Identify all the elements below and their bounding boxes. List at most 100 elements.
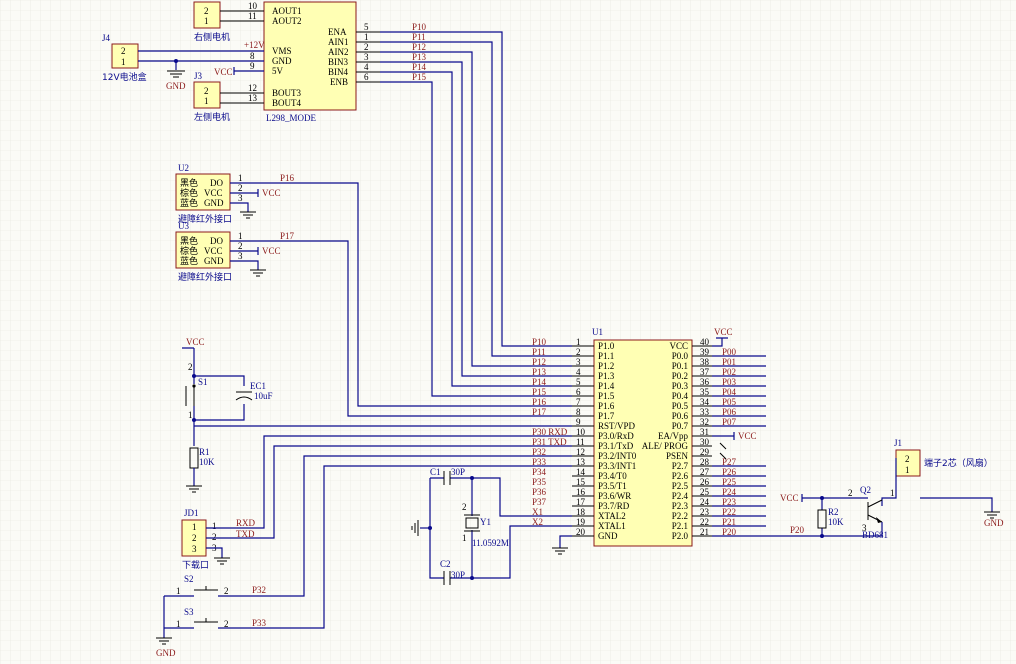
mcu-net-left: P13 — [532, 367, 547, 377]
mcu-pin-name-right: P0.3 — [672, 381, 689, 391]
mcu-net-left: P12 — [532, 357, 546, 367]
download-label: 下载口 — [182, 559, 209, 571]
mcu-pin-num-right: 28 — [700, 457, 710, 467]
u3-designator: U3 — [178, 221, 189, 231]
svg-text:2: 2 — [204, 86, 209, 96]
l298-num-6: 6 — [364, 72, 369, 82]
mcu-pin-num-left: 14 — [576, 467, 586, 477]
l298-net-p14: P14 — [412, 62, 427, 72]
battery-label: 12V电池盒 — [102, 71, 147, 83]
svg-text:3: 3 — [192, 544, 197, 554]
mcu-pin-num-right: 37 — [700, 367, 710, 377]
svg-text:黑色: 黑色 — [180, 235, 198, 247]
y1-value: 11.0592M — [472, 538, 509, 548]
l298-pin-bin4: BIN4 — [328, 67, 348, 77]
svg-text:2: 2 — [462, 502, 467, 512]
l298-pin-bout4: BOUT4 — [272, 98, 301, 108]
mcu-pin-num-left: 6 — [576, 387, 581, 397]
mcu-net-left: P10 — [532, 337, 547, 347]
mcu-pin-num-right: 33 — [700, 407, 710, 417]
svg-text:2: 2 — [224, 586, 229, 596]
mcu-pin-num-left: 4 — [576, 367, 581, 377]
svg-text:GND: GND — [204, 256, 224, 266]
l298-num-9: 9 — [250, 61, 255, 71]
u2-net: P16 — [280, 173, 295, 183]
r2-value: 10K — [828, 517, 844, 527]
l298-num-12: 12 — [248, 83, 257, 93]
r2-designator: R2 — [828, 507, 839, 517]
mcu-pin-num-left: 12 — [576, 447, 585, 457]
svg-text:1: 1 — [462, 533, 467, 543]
mcu-pin-name-left: XTAL1 — [598, 521, 626, 531]
mcu-pin-name-right: P0.7 — [672, 421, 689, 431]
mcu-pin-num-left: 18 — [576, 507, 586, 517]
l298-pin-ena: ENA — [328, 27, 347, 37]
l298-designator: L298_MODE — [266, 113, 316, 123]
svg-text:VCC: VCC — [262, 188, 281, 198]
mcu-net-left: P15 — [532, 387, 547, 397]
grid-background — [0, 0, 1016, 664]
l298-pin-vms: VMS — [272, 46, 292, 56]
j3-designator: J3 — [194, 71, 203, 81]
mcu-pin-num-left: 13 — [576, 457, 586, 467]
svg-text:2: 2 — [212, 532, 217, 542]
svg-text:1: 1 — [176, 586, 181, 596]
net-12v: +12V — [244, 40, 265, 50]
mcu-net-left: P36 — [532, 487, 547, 497]
r1-designator: R1 — [199, 447, 210, 457]
q2-model: BD681 — [862, 530, 888, 540]
c2-designator: C2 — [440, 559, 451, 569]
mcu-pin-num-right: 32 — [700, 417, 709, 427]
mcu-pin-num-left: 11 — [576, 437, 585, 447]
svg-text:1: 1 — [188, 410, 193, 420]
mcu-pin-name-left: P1.6 — [598, 401, 615, 411]
mcu-pin-name-right: P0.4 — [672, 391, 689, 401]
mcu-pin-name-right: PSEN — [666, 451, 689, 461]
l298-net-p11: P11 — [412, 32, 426, 42]
l298-num-1: 1 — [364, 32, 369, 42]
y1-designator: Y1 — [480, 517, 491, 527]
mcu-pin-num-right: 39 — [700, 347, 710, 357]
c1-designator: C1 — [430, 467, 441, 477]
j1-designator: J1 — [894, 438, 902, 448]
mcu-pin-name-right: P2.5 — [672, 481, 689, 491]
mcu-pin-num-right: 36 — [700, 377, 710, 387]
svg-text:VCC: VCC — [186, 337, 205, 347]
svg-text:1: 1 — [204, 96, 209, 106]
mcu-pin-num-left: 3 — [576, 357, 581, 367]
svg-text:2: 2 — [121, 46, 126, 56]
l298-net-p13: P13 — [412, 52, 427, 62]
mcu-pin-name-right: VCC — [669, 341, 688, 351]
mcu-pin-name-right: EA/Vpp — [658, 431, 688, 441]
s2-designator: S2 — [184, 574, 194, 584]
mcu-pin-num-right: 27 — [700, 467, 710, 477]
mcu-pin-num-right: 26 — [700, 477, 710, 487]
ec1-value: 10uF — [254, 391, 273, 401]
mcu-pin-name-left: P1.2 — [598, 361, 614, 371]
svg-text:2: 2 — [238, 183, 243, 193]
mcu-pin-num-right: 21 — [700, 527, 709, 537]
svg-text:GND: GND — [984, 518, 1004, 528]
mcu-pin-num-left: 2 — [576, 347, 581, 357]
mcu-pin-name-right: P2.1 — [672, 521, 688, 531]
mcu-pin-num-left: 1 — [576, 337, 581, 347]
mcu-pin-name-left: P1.0 — [598, 341, 615, 351]
mcu-net-left: P14 — [532, 377, 547, 387]
svg-text:DO: DO — [210, 178, 223, 188]
mcu-pin-name-left: P3.3/INT1 — [598, 461, 636, 471]
mcu-pin-num-left: 7 — [576, 397, 581, 407]
mcu-pin-name-left: P1.1 — [598, 351, 614, 361]
mcu-pin-num-left: 19 — [576, 517, 586, 527]
gnd-label: GND — [166, 81, 186, 91]
l298-pin-enb: ENB — [330, 77, 348, 87]
svg-text:2: 2 — [188, 362, 193, 372]
mcu-pin-num-left: 17 — [576, 497, 586, 507]
svg-text:VCC: VCC — [262, 246, 281, 256]
mcu-pin-name-left: P1.7 — [598, 411, 615, 421]
ec1-designator: EC1 — [250, 381, 266, 391]
l298-net-p10: P10 — [412, 22, 427, 32]
l298-pin-bin3: BIN3 — [328, 57, 348, 67]
l298-num-5: 5 — [364, 22, 369, 32]
s1-designator: S1 — [198, 377, 208, 387]
mcu-pin-num-right: 25 — [700, 487, 710, 497]
